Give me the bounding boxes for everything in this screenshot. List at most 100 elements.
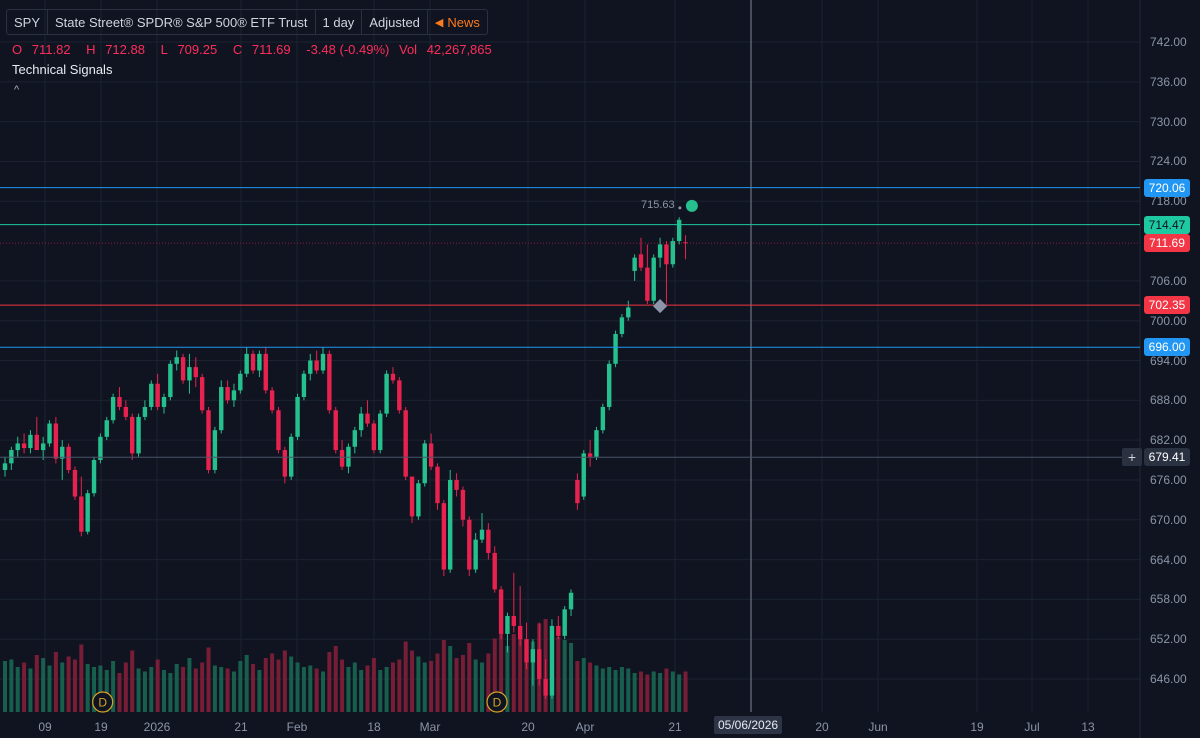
volume-bar: [365, 665, 370, 712]
open-label: O: [12, 42, 23, 57]
candle-body: [575, 479, 580, 504]
candle-body: [161, 396, 167, 407]
y-tick-label: 742.00: [1150, 35, 1187, 49]
high-value: 712.88: [105, 42, 145, 57]
candle-body: [492, 552, 497, 590]
volume-bar: [9, 659, 14, 712]
volume-bar: [594, 665, 599, 712]
technical-signals-title[interactable]: Technical Signals: [12, 62, 112, 77]
volume-bar: [460, 655, 465, 712]
volume-bar: [174, 664, 179, 712]
volume-bar: [308, 665, 313, 712]
candle-body: [28, 434, 33, 449]
price-chart[interactable]: DD: [0, 0, 1200, 738]
volume-bar: [588, 662, 593, 712]
candle-body: [441, 503, 447, 570]
y-tick-label: 688.00: [1150, 393, 1187, 408]
candle-body: [511, 615, 516, 626]
candle-body: [358, 413, 364, 431]
candle-body: [486, 529, 491, 553]
candle-body: [212, 430, 218, 470]
candle-body: [333, 410, 338, 451]
volume-bar: [28, 668, 33, 712]
volume-bar: [60, 662, 65, 712]
volume-bar: [403, 641, 408, 712]
marker-pointer-dot: [678, 206, 682, 210]
ohlc-readout: O 711.82 H 712.88 L 709.25 C 711.69 -3.4…: [12, 42, 504, 57]
volume-bar: [670, 671, 675, 712]
candle-body: [327, 353, 332, 411]
volume-bar: [556, 637, 561, 712]
candle-body: [562, 609, 567, 636]
add-alert-plus-icon[interactable]: +: [1122, 448, 1142, 466]
x-tick-label: 19: [94, 720, 108, 734]
candle-body: [40, 443, 46, 451]
volume-bar: [149, 667, 154, 712]
candle-body: [657, 244, 663, 258]
candle-body: [2, 463, 8, 470]
volume-bar: [429, 661, 434, 712]
candle-body: [219, 387, 224, 431]
candle-body: [651, 257, 656, 301]
y-tick-label: 736.00: [1150, 74, 1187, 89]
signal-diamond-marker: [653, 299, 668, 314]
high-label: H: [86, 42, 96, 57]
candle-body: [269, 390, 275, 411]
candle-body: [238, 373, 243, 391]
candle-body: [79, 496, 84, 532]
volume-bar: [231, 671, 236, 712]
candle-body: [206, 410, 211, 470]
candle-body: [416, 483, 421, 517]
volume-bar: [276, 659, 281, 712]
candle-body: [645, 267, 650, 301]
candle-body: [314, 360, 319, 371]
candle-body: [454, 479, 459, 490]
candle-body: [155, 383, 160, 407]
news-button[interactable]: ◀ News: [428, 10, 487, 34]
candle-body: [276, 410, 281, 451]
candle-body: [352, 430, 357, 447]
volume-bar: [257, 670, 262, 712]
volume-bar: [607, 667, 612, 712]
volume-bar: [142, 671, 147, 712]
candle-body: [613, 333, 618, 364]
y-tick-label: 664.00: [1150, 552, 1187, 567]
candle-body: [231, 390, 237, 401]
volume-bar: [219, 667, 224, 712]
volume-bar: [181, 667, 186, 712]
candle-body: [587, 453, 593, 457]
candle-body: [225, 387, 230, 401]
volume-bar: [263, 658, 268, 712]
volume-bar: [422, 662, 427, 712]
instrument-name[interactable]: State Street® SPDR® S&P 500® ETF Trust: [48, 10, 316, 34]
symbol-button[interactable]: SPY: [7, 10, 49, 34]
y-tick-label: 700.00: [1150, 313, 1187, 328]
volume-bar: [212, 665, 217, 712]
low-label: L: [160, 42, 168, 57]
candle-body: [53, 423, 59, 459]
candle-body: [110, 396, 116, 421]
change-value: -3.48 (-0.49%): [306, 42, 390, 57]
volume-bar: [448, 646, 453, 712]
x-tick-label: Jun: [868, 720, 888, 734]
x-tick-label: 21: [668, 720, 682, 734]
candle-body: [320, 353, 326, 371]
collapse-icon[interactable]: ^: [14, 84, 19, 96]
volume-bar: [72, 659, 77, 712]
crosshair-date-badge: 05/06/2026: [714, 716, 783, 734]
candle-body: [85, 493, 90, 532]
open-value: 711.82: [31, 42, 71, 57]
x-tick-label: 21: [234, 720, 248, 734]
candle-body: [282, 450, 288, 477]
candle-body: [568, 592, 574, 610]
candle-body: [250, 353, 256, 371]
volume-bar: [41, 658, 46, 712]
candle-body: [187, 367, 192, 381]
volume-bar: [467, 643, 472, 712]
volume-bar: [22, 662, 27, 712]
adjustment-button[interactable]: Adjusted: [362, 10, 428, 34]
candle-body: [530, 649, 536, 663]
volume-bar: [454, 658, 459, 712]
candle-body: [91, 460, 97, 494]
interval-button[interactable]: 1 day: [316, 10, 363, 34]
